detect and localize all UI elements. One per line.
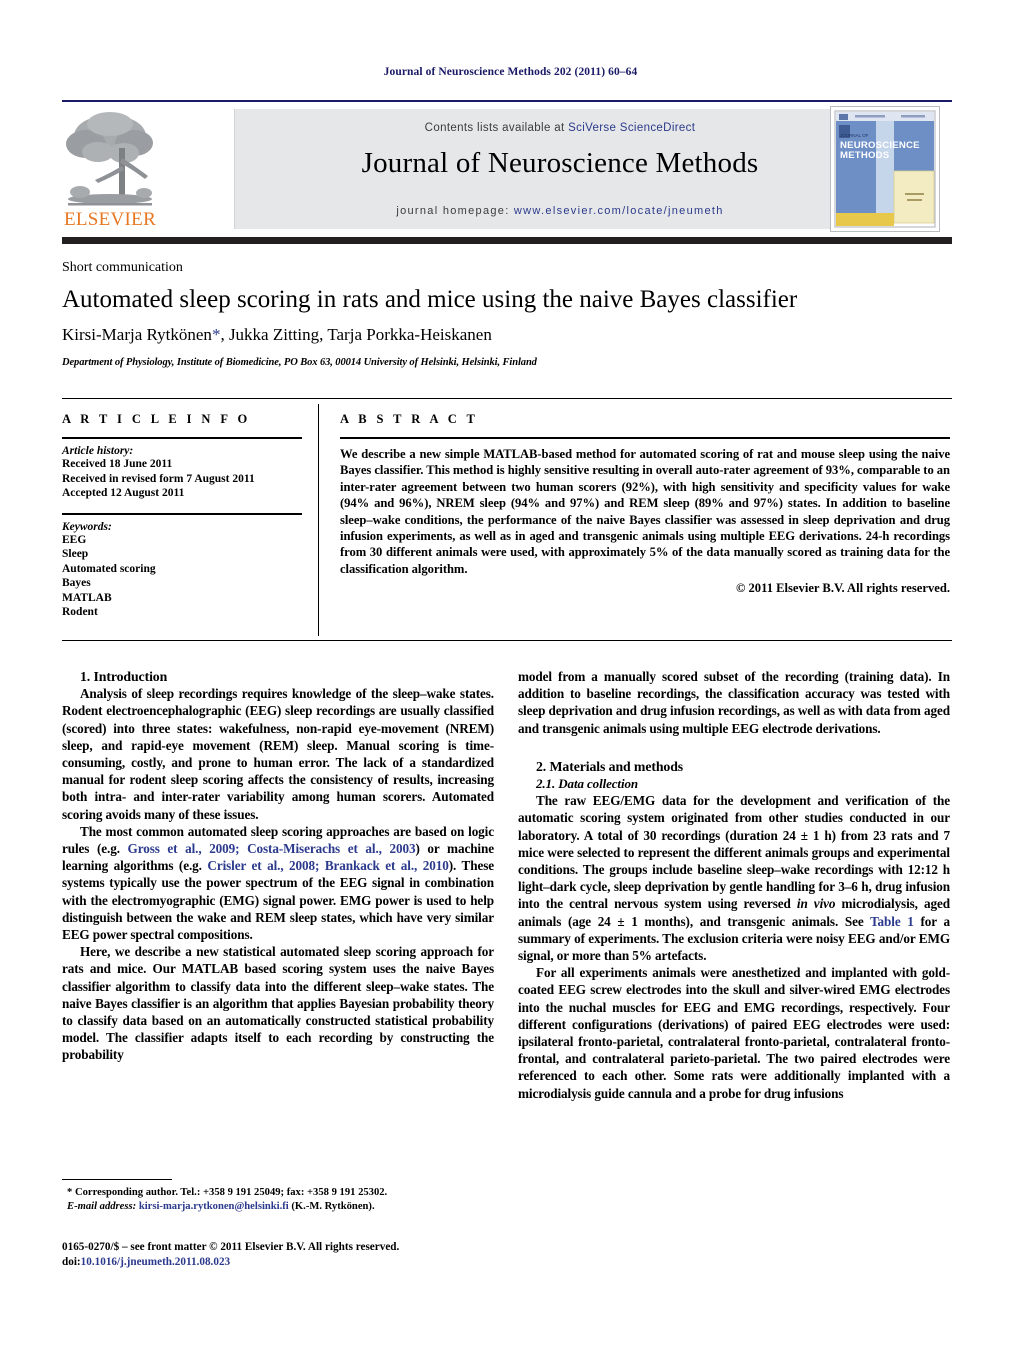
- info-block-bottom-rule: [62, 640, 952, 641]
- article-history-item: Received in revised form 7 August 2011: [62, 472, 255, 485]
- author-first: Kirsi-Marja Rytkönen: [62, 325, 212, 344]
- footnote-block: * Corresponding author. Tel.: +358 9 191…: [62, 1186, 494, 1213]
- keyword-item: Bayes: [62, 577, 91, 589]
- article-history-label: Article history:: [62, 445, 134, 457]
- masthead-bottom-bar: [62, 237, 952, 244]
- svg-text:JOURNAL OF: JOURNAL OF: [840, 133, 869, 138]
- sciencedirect-link[interactable]: SciVerse ScienceDirect: [568, 122, 695, 134]
- abstract-column: A B S T R A C T We describe a new simple…: [340, 412, 950, 596]
- corresponding-author-note: * Corresponding author. Tel.: +358 9 191…: [62, 1186, 494, 1200]
- dc-p1-italic: in vivo: [796, 896, 836, 912]
- section-heading-materials-methods: 2. Materials and methods: [536, 758, 684, 774]
- article-info-column: A R T I C L E I N F O Article history: R…: [62, 412, 302, 620]
- doi-link[interactable]: 10.1016/j.jneumeth.2011.08.023: [81, 1256, 230, 1268]
- email-label: E-mail address:: [67, 1200, 137, 1212]
- affiliation: Department of Physiology, Institute of B…: [62, 357, 537, 368]
- article-history-item: Accepted 12 August 2011: [62, 487, 185, 499]
- right-paragraph-1: model from a manually scored subset of t…: [518, 669, 950, 736]
- citation-link[interactable]: Gross et al., 2009; Costa-Miserachs et a…: [128, 841, 416, 856]
- corresponding-author-text: Corresponding author. Tel.: +358 9 191 2…: [74, 1187, 388, 1198]
- dc-p1-part-a: The raw EEG/EMG data for the development…: [518, 793, 950, 912]
- abstract-rule: [340, 437, 950, 439]
- abstract-text: We describe a new simple MATLAB-based me…: [340, 447, 950, 576]
- svg-text:METHODS: METHODS: [840, 150, 890, 161]
- keyword-item: Rodent: [62, 606, 98, 618]
- paper-page: Journal of Neuroscience Methods 202 (201…: [0, 0, 1021, 1351]
- footnote-rule: [62, 1179, 172, 1180]
- page-title: Automated sleep scoring in rats and mice…: [62, 286, 798, 313]
- author-rest: , Jukka Zitting, Tarja Porkka-Heiskanen: [220, 325, 492, 344]
- keyword-item: Sleep: [62, 548, 89, 560]
- abstract-heading: A B S T R A C T: [340, 412, 479, 426]
- doi-label: doi:: [62, 1255, 81, 1268]
- intro-paragraph-2: The most common automated sleep scoring …: [62, 823, 494, 943]
- contents-list-line: Contents lists available at SciVerse Sci…: [235, 122, 885, 134]
- email-link[interactable]: kirsi-marja.rytkonen@helsinki.fi: [139, 1201, 289, 1212]
- article-info-rule: [62, 437, 302, 439]
- imprint-line: 0165-0270/$ – see front matter © 2011 El…: [62, 1241, 400, 1253]
- doi-line: doi:10.1016/j.jneumeth.2011.08.023: [62, 1255, 512, 1270]
- journal-homepage-link[interactable]: www.elsevier.com/locate/jneumeth: [514, 205, 724, 217]
- article-info-heading: A R T I C L E I N F O: [62, 412, 251, 426]
- body-column-left: 1. Introduction Analysis of sleep record…: [62, 668, 494, 1064]
- contents-prefix: Contents lists available at: [424, 122, 569, 134]
- masthead: ELSEVIER Contents lists available at Sci…: [62, 103, 952, 232]
- data-collection-paragraph-2: For all experiments animals were anesthe…: [518, 965, 950, 1101]
- keyword-item: MATLAB: [62, 591, 112, 604]
- abstract-copyright: © 2011 Elsevier B.V. All rights reserved…: [735, 581, 950, 596]
- info-block-top-rule: [62, 398, 952, 399]
- info-abstract-divider: [318, 404, 319, 636]
- elsevier-logo: ELSEVIER: [62, 106, 158, 231]
- citation-link[interactable]: Crisler et al., 2008; Brankack et al., 2…: [207, 858, 448, 873]
- elsevier-wordmark: ELSEVIER: [63, 209, 157, 230]
- email-note: E-mail address: kirsi-marja.rytkonen@hel…: [62, 1200, 494, 1214]
- masthead-top-rule: [62, 100, 952, 102]
- table-1-link[interactable]: Table 1: [870, 914, 914, 929]
- journal-cover-thumbnail: JOURNAL OF NEUROSCIENCE METHODS: [830, 106, 940, 232]
- elsevier-tree-icon: [66, 112, 153, 206]
- subsection-heading-data-collection: 2.1. Data collection: [536, 776, 638, 792]
- journal-title: Journal of Neuroscience Methods: [361, 147, 759, 179]
- body-column-right: model from a manually scored subset of t…: [518, 668, 950, 1102]
- journal-cover-art: JOURNAL OF NEUROSCIENCE METHODS: [831, 107, 939, 231]
- keyword-item: Automated scoring: [62, 562, 156, 575]
- section-heading-introduction: 1. Introduction: [80, 669, 168, 684]
- imprint-block: 0165-0270/$ – see front matter © 2011 El…: [62, 1240, 512, 1269]
- footnote-marker: *: [67, 1187, 73, 1198]
- intro-paragraph-3: Here, we describe a new statistical auto…: [62, 944, 494, 1063]
- journal-banner: Contents lists available at SciVerse Sci…: [234, 109, 886, 229]
- journal-homepage-line: journal homepage: www.elsevier.com/locat…: [235, 205, 885, 217]
- keywords-rule: [62, 512, 302, 515]
- article-type-kicker: Short communication: [62, 260, 183, 275]
- keywords-label: Keywords:: [62, 520, 112, 533]
- article-history-item: Received 18 June 2011: [62, 458, 173, 470]
- email-owner: (K.-M. Rytkönen).: [291, 1200, 375, 1212]
- keyword-item: EEG: [62, 533, 87, 546]
- homepage-prefix: journal homepage:: [396, 205, 514, 217]
- author-list: Kirsi-Marja Rytkönen*, Jukka Zitting, Ta…: [62, 325, 942, 345]
- data-collection-paragraph-1: The raw EEG/EMG data for the development…: [518, 792, 950, 964]
- running-head: Journal of Neuroscience Methods 202 (201…: [383, 66, 638, 78]
- intro-paragraph-1: Analysis of sleep recordings requires kn…: [62, 686, 494, 822]
